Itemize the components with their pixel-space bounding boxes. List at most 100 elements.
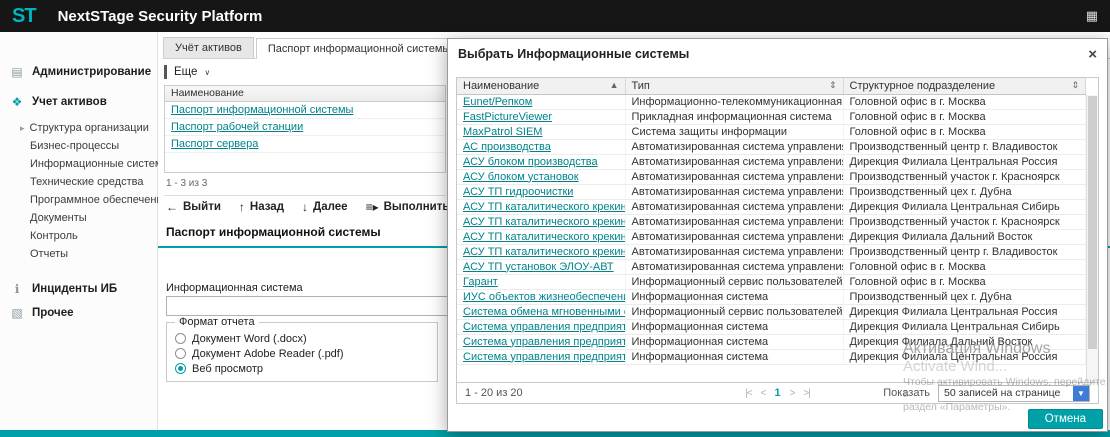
apps-grid-icon[interactable]: ▦	[1086, 8, 1098, 24]
unit-cell: Головной офис в г. Москва	[843, 94, 1086, 109]
sidebar-item-administration[interactable]: ▤ Администрирование	[0, 60, 157, 84]
current-page[interactable]: 1	[774, 387, 780, 399]
administration-icon: ▤	[10, 65, 24, 79]
name-cell: Система управления предприяти...	[457, 319, 625, 334]
table-row[interactable]: MaxPatrol SIEMСистема защиты информацииГ…	[457, 124, 1086, 139]
system-link[interactable]: Система управления предприяти...	[463, 321, 625, 333]
unit-cell: Головной офис в г. Москва	[843, 274, 1086, 289]
system-link[interactable]: АСУ ТП установок ЭЛОУ-АВТ	[463, 261, 614, 273]
next-button[interactable]: ↓ Далее	[302, 200, 348, 214]
type-cell: Автоматизированная система управления	[625, 259, 843, 274]
system-link[interactable]: АСУ ТП каталитического крекинга	[463, 246, 625, 258]
report-list: Наименование Паспорт информационной сист…	[164, 85, 446, 173]
name-cell: ИУС объектов жизнеобеспечения	[457, 289, 625, 304]
table-row[interactable]: АСУ ТП каталитического крекингаАвтоматиз…	[457, 229, 1086, 244]
scrollbar-thumb[interactable]	[1088, 96, 1097, 349]
sidebar-item-control[interactable]: Контроль	[0, 227, 157, 245]
sidebar-item-org-structure[interactable]: ▸ Структура организации	[0, 119, 157, 137]
radio-option-docx[interactable]: Документ Word (.docx)	[175, 331, 429, 346]
back-button[interactable]: ↑ Назад	[239, 200, 284, 214]
table-row[interactable]: АСУ ТП установок ЭЛОУ-АВТ Автоматизирован…	[457, 259, 1086, 274]
column-header-unit[interactable]: Структурное подразделение ⇕	[843, 78, 1086, 94]
page-size-select[interactable]: 50 записей на странице ▼	[938, 385, 1090, 402]
sidebar-item-ib-incidents[interactable]: ℹ Инциденты ИБ	[0, 277, 157, 301]
system-link[interactable]: АСУ блоком установок	[463, 171, 579, 183]
table-row[interactable]: Система управления предприяти...Информац…	[457, 349, 1086, 364]
sidebar-item-technical-means[interactable]: Технические средства	[0, 173, 157, 191]
table-row[interactable]: ИУС объектов жизнеобеспеченияИнформацион…	[457, 289, 1086, 304]
system-link[interactable]: АС производства	[463, 141, 551, 153]
system-link[interactable]: ИУС объектов жизнеобеспечения	[463, 291, 625, 303]
type-cell: Прикладная информационная система	[625, 109, 843, 124]
list-item: Паспорт информационной системы	[165, 102, 445, 119]
tab-information-system-passport[interactable]: Паспорт информационной системы ×	[256, 38, 476, 59]
system-link[interactable]: FastPictureViewer	[463, 111, 552, 123]
name-cell: АСУ ТП каталитического крекинга	[457, 244, 625, 259]
sidebar-item-information-systems[interactable]: Информационные системы	[0, 155, 157, 173]
table-row[interactable]: ГарантИнформационный сервис пользователе…	[457, 274, 1086, 289]
table-row[interactable]: Система управления предприяти...Информац…	[457, 319, 1086, 334]
vertical-scrollbar[interactable]	[1086, 95, 1098, 382]
sidebar-item-business-processes[interactable]: Бизнес-процессы	[0, 137, 157, 155]
table-row[interactable]: Система управления предприяти...Информац…	[457, 334, 1086, 349]
system-link[interactable]: Система управления предприяти...	[463, 336, 625, 348]
sidebar-item-label: Технические средства	[30, 176, 143, 188]
next-page-icon[interactable]: >	[790, 388, 795, 399]
unit-cell: Производственный участок г. Красноярск	[843, 169, 1086, 184]
last-page-icon[interactable]: >|	[803, 388, 809, 399]
close-icon[interactable]: ×	[1088, 47, 1097, 62]
sidebar-item-documents[interactable]: Документы	[0, 209, 157, 227]
cancel-button[interactable]: Отмена	[1028, 409, 1103, 429]
exit-icon: ←	[166, 200, 178, 214]
sort-icon[interactable]: ⇕	[1071, 80, 1079, 91]
table-row[interactable]: АС производстваАвтоматизированная систем…	[457, 139, 1086, 154]
menu-divider	[164, 65, 167, 79]
system-link[interactable]: АСУ ТП гидроочистки	[463, 186, 573, 198]
sort-asc-icon[interactable]: ▲	[610, 80, 619, 90]
radio-label: Веб просмотр	[192, 363, 263, 375]
radio-option-web[interactable]: Веб просмотр	[175, 361, 429, 376]
sidebar-item-software[interactable]: Программное обеспечение	[0, 191, 157, 209]
column-header-type[interactable]: Тип ⇕	[625, 78, 843, 94]
list-column-header[interactable]: Наименование	[165, 86, 445, 102]
table-row[interactable]: АСУ ТП гидроочисткиАвтоматизированная си…	[457, 184, 1086, 199]
report-format-legend: Формат отчета	[175, 316, 259, 328]
wizard-toolbar: ← Выйти ↑ Назад ↓ Далее ≡▸ Выполнить	[166, 200, 449, 214]
system-link[interactable]: Система обмена мгновенными с...	[463, 306, 625, 318]
system-link[interactable]: АСУ ТП каталитического крекинга	[463, 201, 625, 213]
first-page-icon[interactable]: |<	[745, 388, 751, 399]
type-cell: Система защиты информации	[625, 124, 843, 139]
prev-page-icon[interactable]: <	[761, 388, 766, 399]
table-row[interactable]: FastPictureViewer Прикладная информационн…	[457, 109, 1086, 124]
system-link[interactable]: Гарант	[463, 276, 498, 288]
information-system-input[interactable]	[166, 296, 451, 316]
unit-cell: Производственный центр г. Владивосток	[843, 244, 1086, 259]
sidebar-item-other[interactable]: ▧ Прочее	[0, 301, 157, 325]
exit-button[interactable]: ← Выйти	[166, 200, 221, 214]
table-row[interactable]: Eunet/РепкомИнформационно-телекоммуникац…	[457, 94, 1086, 109]
radio-option-pdf[interactable]: Документ Adobe Reader (.pdf)	[175, 346, 429, 361]
app-header: ST NextSTage Security Platform ▦	[0, 0, 1110, 32]
tab-asset-accounting[interactable]: Учёт активов	[163, 37, 254, 58]
table-row[interactable]: АСУ ТП каталитического крекингаАвтоматиз…	[457, 244, 1086, 259]
system-link[interactable]: Eunet/Репком	[463, 96, 532, 108]
system-link[interactable]: MaxPatrol SIEM	[463, 126, 542, 138]
more-menu-button[interactable]: Еще ∨	[164, 63, 210, 81]
table-row[interactable]: Система обмена мгновенными с...Информаци…	[457, 304, 1086, 319]
table-row[interactable]: АСУ ТП каталитического крекингаАвтоматиз…	[457, 214, 1086, 229]
system-link[interactable]: Система управления предприяти...	[463, 351, 625, 363]
report-link[interactable]: Паспорт сервера	[171, 138, 258, 150]
report-link[interactable]: Паспорт рабочей станции	[171, 121, 303, 133]
report-link[interactable]: Паспорт информационной системы	[171, 104, 353, 116]
column-header-name[interactable]: Наименование ▲	[457, 78, 625, 94]
table-row[interactable]: АСУ блоком установокАвтоматизированная с…	[457, 169, 1086, 184]
system-link[interactable]: АСУ ТП каталитического крекинга	[463, 216, 625, 228]
table-row[interactable]: АСУ блоком производстваАвтоматизированна…	[457, 154, 1086, 169]
sidebar-item-asset-accounting[interactable]: ❖ Учет активов	[0, 90, 157, 114]
system-link[interactable]: АСУ ТП каталитического крекинга	[463, 231, 625, 243]
system-link[interactable]: АСУ блоком производства	[463, 156, 598, 168]
sort-icon[interactable]: ⇕	[829, 80, 837, 91]
sidebar-item-reports[interactable]: Отчеты	[0, 245, 157, 263]
execute-button[interactable]: ≡▸ Выполнить	[366, 200, 450, 214]
table-row[interactable]: АСУ ТП каталитического крекингаАвтоматиз…	[457, 199, 1086, 214]
